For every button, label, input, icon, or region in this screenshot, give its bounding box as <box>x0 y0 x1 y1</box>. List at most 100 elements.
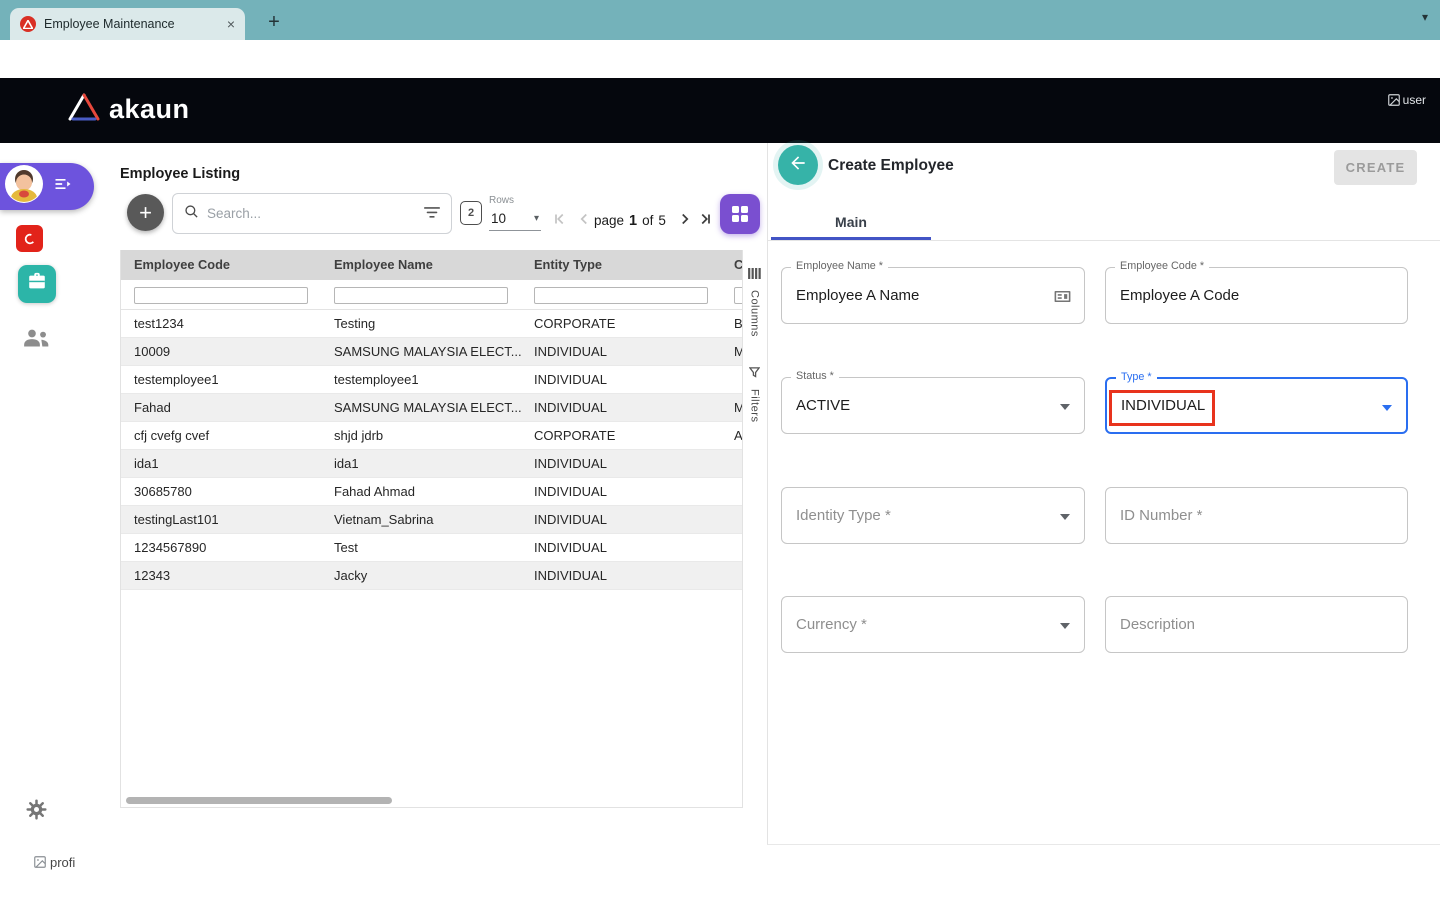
sidebar-item-pdf-applet[interactable] <box>16 225 43 252</box>
cell-employee-name: testemployee1 <box>321 372 521 387</box>
tab-favicon-icon <box>20 16 36 32</box>
table-row[interactable]: 10009 SAMSUNG MALAYSIA ELECT... INDIVIDU… <box>121 338 742 366</box>
chevron-down-icon: ▾ <box>534 213 539 224</box>
akaun-logo-icon <box>68 93 100 126</box>
add-employee-button[interactable]: + <box>127 194 164 231</box>
tabs-divider <box>768 240 1440 241</box>
chevron-down-icon <box>1060 623 1070 629</box>
tab-close-icon[interactable]: × <box>227 16 235 32</box>
arrow-left-icon <box>788 153 808 178</box>
total-pages: 5 <box>658 213 666 228</box>
search-box[interactable] <box>172 193 452 234</box>
user-image-alt-text: user <box>1403 93 1426 107</box>
type-field[interactable]: Type * INDIVIDUAL <box>1105 377 1408 434</box>
employee-name-value: Employee A Name <box>796 268 919 323</box>
create-button[interactable]: CREATE <box>1334 150 1417 185</box>
settings-gear-icon[interactable] <box>25 798 48 826</box>
table-row[interactable]: testemployee1 testemployee1 INDIVIDUAL <box>121 366 742 394</box>
column-header-employee-name[interactable]: Employee Name <box>321 250 521 280</box>
cell-employee-name: Test <box>321 540 521 555</box>
cell-employee-code: testemployee1 <box>121 372 321 387</box>
table-header: Employee Code Employee Name Entity Type … <box>121 250 742 280</box>
user-avatar-broken-image[interactable]: user <box>1387 93 1426 110</box>
page-size-icon[interactable]: 2 <box>460 201 482 225</box>
tab-main[interactable]: Main <box>771 206 931 238</box>
cell-employee-code: test1234 <box>121 316 321 331</box>
currency-placeholder: Currency * <box>796 597 867 652</box>
new-tab-button[interactable]: + <box>260 8 288 36</box>
address-book-icon[interactable] <box>1053 287 1072 311</box>
sidebar-profile-broken-image[interactable]: profi <box>33 855 75 872</box>
status-field[interactable]: Status * ACTIVE <box>781 377 1085 434</box>
table-row[interactable]: testingLast101 Vietnam_Sabrina INDIVIDUA… <box>121 506 742 534</box>
profile-image-alt-text: profi <box>50 855 75 870</box>
cell-employee-code: cfj cvefg cvef <box>121 428 321 443</box>
description-placeholder: Description <box>1120 597 1195 652</box>
employee-name-field[interactable]: Employee Name * Employee A Name <box>781 267 1085 324</box>
cell-clipped: BO <box>721 316 743 331</box>
next-page-button[interactable] <box>676 210 694 228</box>
columns-icon <box>748 266 761 284</box>
table-side-tabs: Columns Filters <box>743 250 766 808</box>
cell-entity-type: INDIVIDUAL <box>521 512 721 527</box>
user-avatar <box>4 164 44 209</box>
cell-entity-type: INDIVIDUAL <box>521 484 721 499</box>
filter-input-entity-type[interactable] <box>534 287 708 304</box>
akaun-brand[interactable]: akaun <box>68 93 190 126</box>
broken-image-icon <box>1387 93 1401 110</box>
column-header-employee-code[interactable]: Employee Code <box>121 250 321 280</box>
cell-employee-code: 30685780 <box>121 484 321 499</box>
search-input[interactable] <box>207 206 416 221</box>
filter-input-employee-name[interactable] <box>334 287 508 304</box>
cell-employee-name: Fahad Ahmad <box>321 484 521 499</box>
cell-employee-name: shjd jdrb <box>321 428 521 443</box>
columns-side-tab-label: Columns <box>749 290 761 337</box>
table-filter-row <box>121 280 742 310</box>
last-page-button[interactable] <box>697 210 715 228</box>
description-field[interactable]: Description <box>1105 596 1408 653</box>
filters-side-tab-label: Filters <box>749 389 761 422</box>
cell-employee-name: Testing <box>321 316 521 331</box>
id-number-field[interactable]: ID Number * <box>1105 487 1408 544</box>
columns-side-tab[interactable]: Columns <box>748 266 761 337</box>
view-grid-button[interactable] <box>720 194 760 234</box>
table-row[interactable]: 12343 Jacky INDIVIDUAL <box>121 562 742 590</box>
app-header: akaun user <box>0 78 1440 143</box>
current-page: 1 <box>629 213 637 229</box>
currency-field[interactable]: Currency * <box>781 596 1085 653</box>
search-filter-icon[interactable] <box>424 205 440 223</box>
table-row[interactable]: cfj cvefg cvef shjd jdrb CORPORATE AC <box>121 422 742 450</box>
previous-page-button[interactable] <box>575 210 593 228</box>
chevron-down-icon <box>1060 514 1070 520</box>
menu-toggle-icon[interactable] <box>53 174 73 199</box>
column-header-clipped[interactable]: Cu <box>721 250 743 280</box>
browser-tab[interactable]: Employee Maintenance × <box>10 8 245 40</box>
rows-per-page-select[interactable]: Rows 10 ▾ <box>489 195 541 231</box>
employee-code-field[interactable]: Employee Code * Employee A Code <box>1105 267 1408 324</box>
first-page-button[interactable] <box>550 210 568 228</box>
chevron-down-icon <box>1382 405 1392 411</box>
tab-list-chevron-icon[interactable]: ▾ <box>1422 10 1428 24</box>
sidebar-item-employee-applet[interactable] <box>18 265 56 303</box>
cell-employee-code: ida1 <box>121 456 321 471</box>
employee-code-value: Employee A Code <box>1120 268 1239 323</box>
back-button-create[interactable] <box>778 145 818 185</box>
filter-input-clipped[interactable] <box>734 287 743 304</box>
tab-title: Employee Maintenance <box>44 17 219 31</box>
browser-tab-strip: Employee Maintenance × + ▾ <box>0 0 1440 40</box>
filter-input-employee-code[interactable] <box>134 287 308 304</box>
table-row[interactable]: 30685780 Fahad Ahmad INDIVIDUAL <box>121 478 742 506</box>
table-row[interactable]: Fahad SAMSUNG MALAYSIA ELECT... INDIVIDU… <box>121 394 742 422</box>
filters-side-tab[interactable]: Filters <box>749 365 761 422</box>
table-row[interactable]: ida1 ida1 INDIVIDUAL <box>121 450 742 478</box>
column-header-entity-type[interactable]: Entity Type <box>521 250 721 280</box>
sidebar-item-group[interactable] <box>23 329 50 352</box>
cell-clipped: AC <box>721 428 743 443</box>
table-row[interactable]: test1234 Testing CORPORATE BO <box>121 310 742 338</box>
table-row[interactable]: 1234567890 Test INDIVIDUAL <box>121 534 742 562</box>
cell-clipped: M <box>721 400 743 415</box>
identity-type-field[interactable]: Identity Type * <box>781 487 1085 544</box>
sidebar-profile-pill[interactable] <box>0 163 94 210</box>
create-employee-panel: Create Employee CREATE Main Employee Nam… <box>767 143 1440 845</box>
horizontal-scrollbar-thumb[interactable] <box>126 797 392 804</box>
